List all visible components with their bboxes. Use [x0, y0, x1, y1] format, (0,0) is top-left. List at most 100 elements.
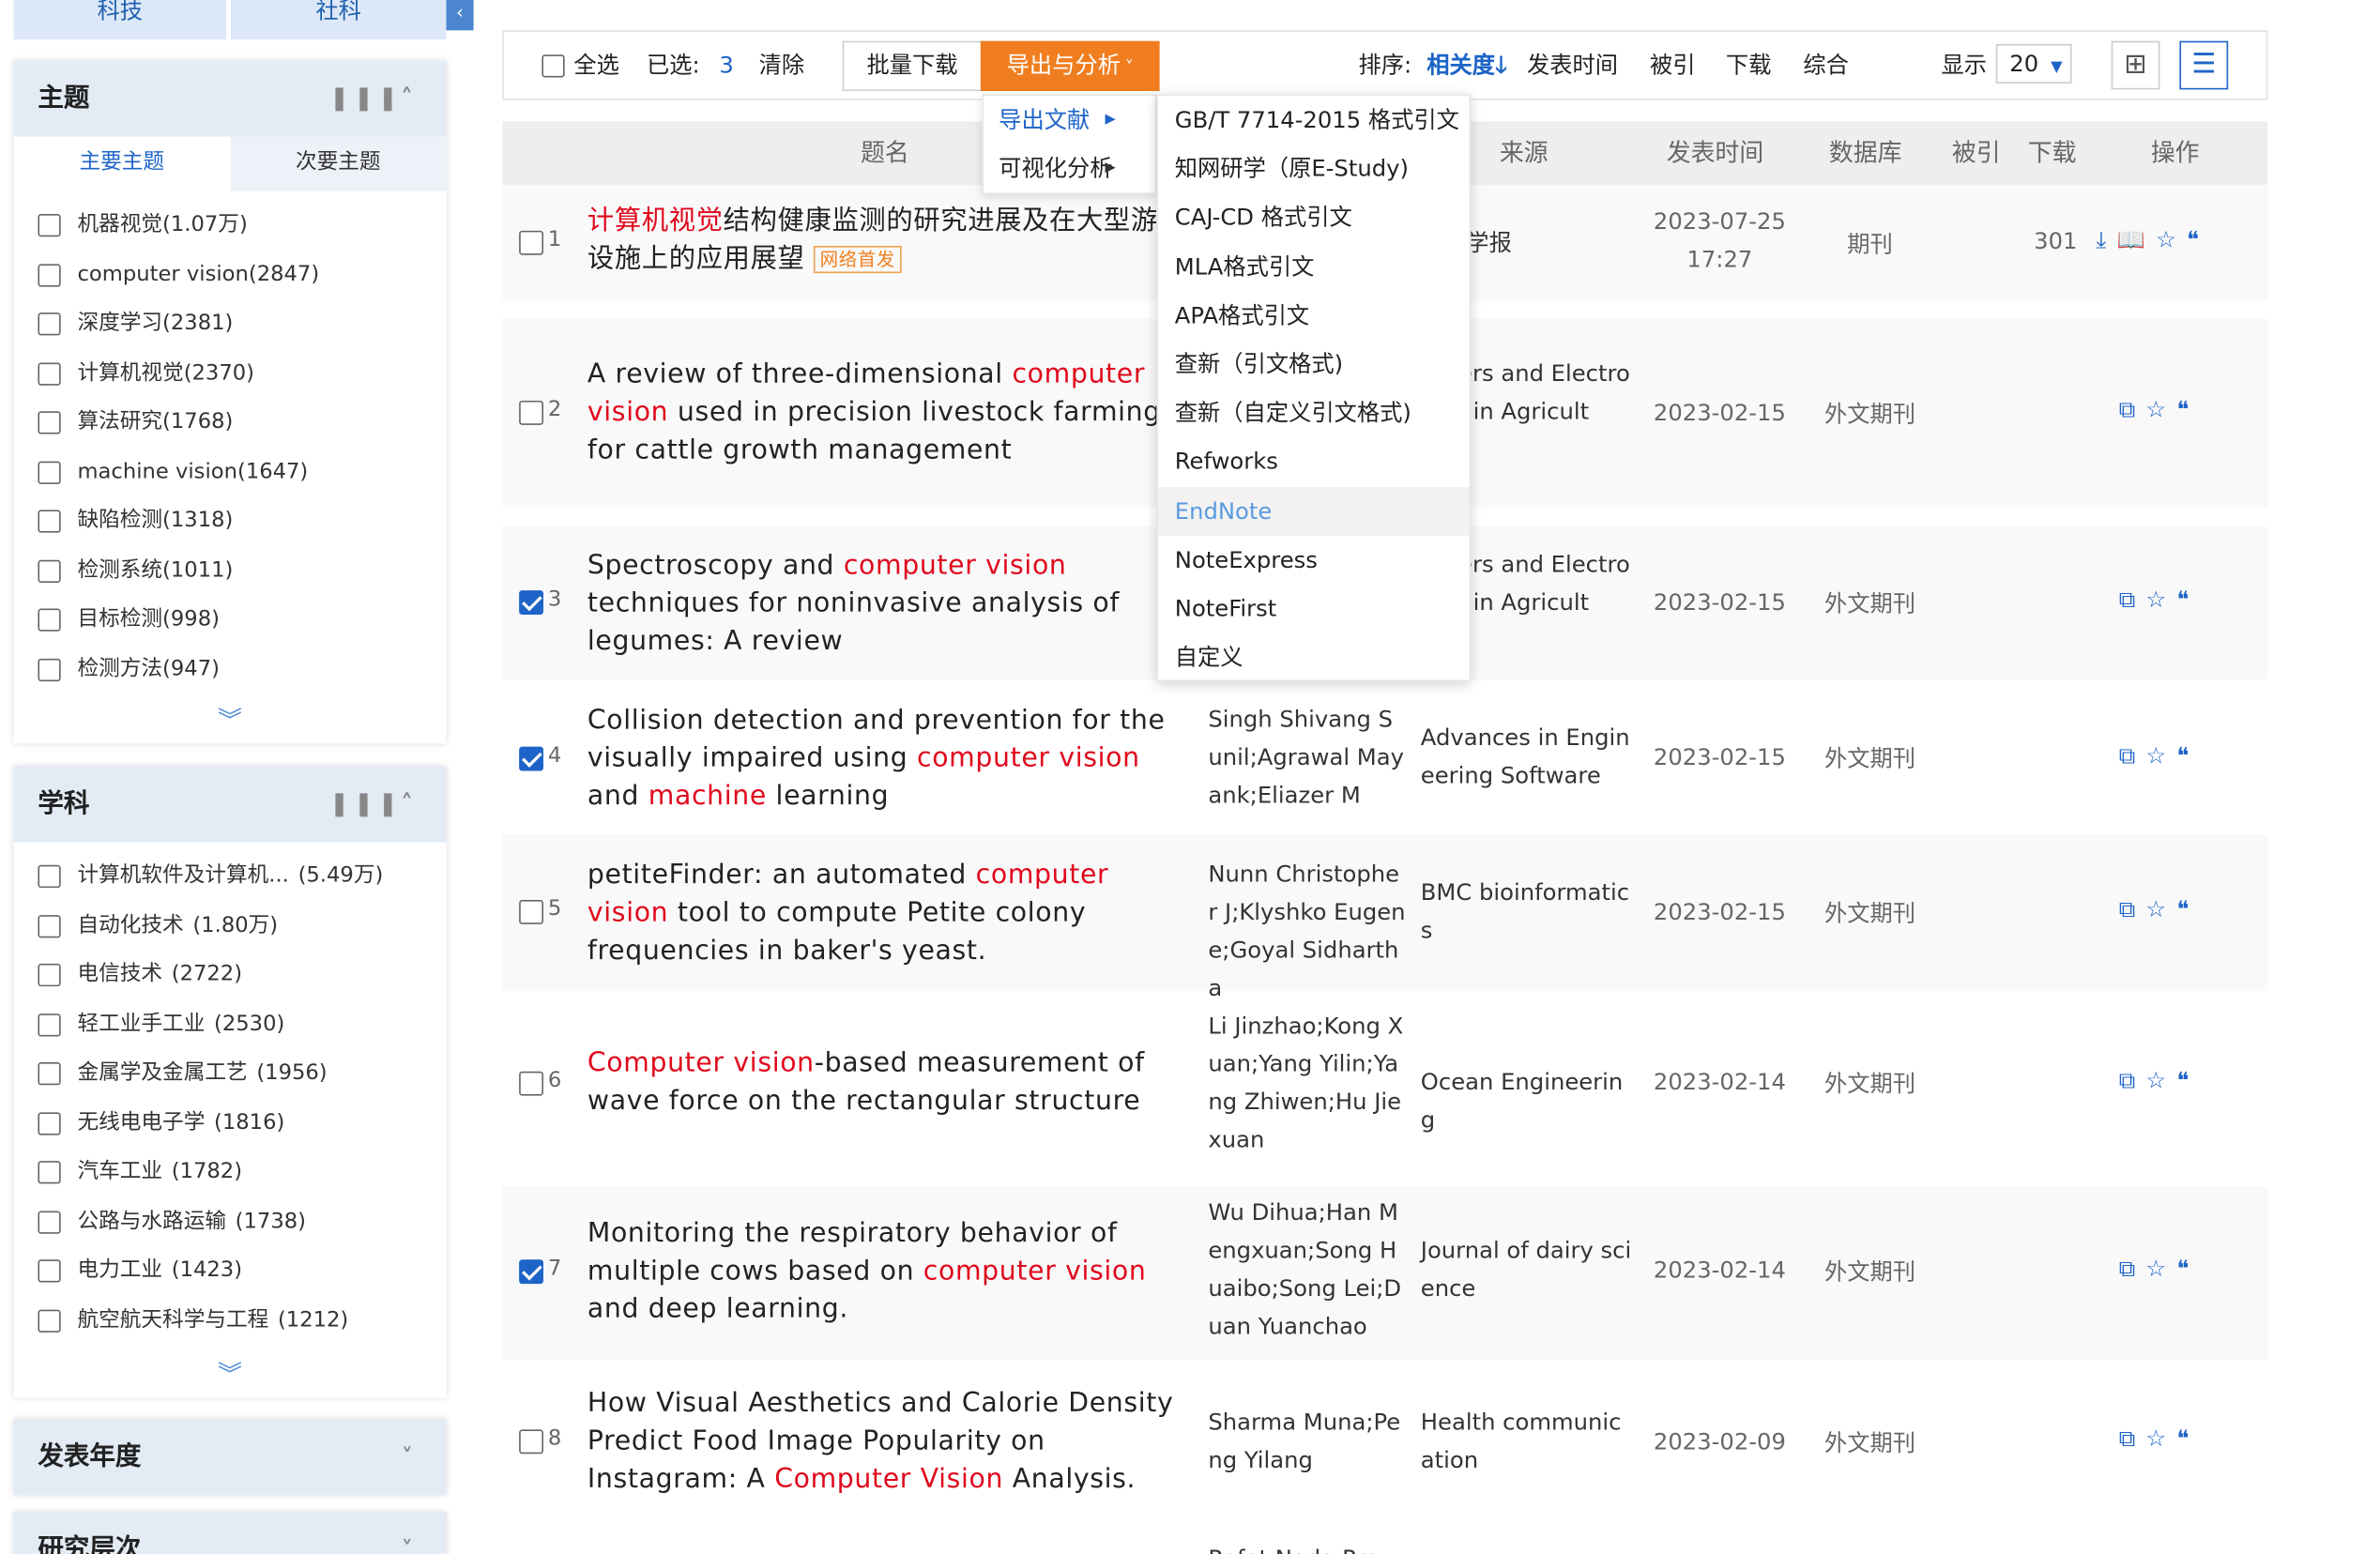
chevron-up-icon[interactable]: ˄ [401, 84, 422, 113]
checkbox[interactable] [38, 1308, 61, 1333]
facet-item[interactable]: 电力工业 (1423) [14, 1246, 447, 1296]
quote-icon[interactable]: ❝ [2176, 396, 2199, 423]
export-format-item[interactable]: NoteFirst [1158, 584, 1470, 632]
checkbox[interactable] [542, 54, 565, 78]
save-icon[interactable]: ⧉ [2119, 1425, 2146, 1453]
page-size-select[interactable]: 20 ▼ [1995, 43, 2072, 84]
table-row[interactable]: 5 petiteFinder: an automated computer vis… [502, 834, 2268, 1001]
chevron-up-icon[interactable]: ˄ [401, 789, 422, 818]
row-title-link[interactable]: petiteFinder: an automated computer visi… [587, 858, 1195, 971]
select-all-checkbox[interactable]: 全选 [542, 32, 619, 99]
checkbox[interactable] [38, 1210, 61, 1233]
checkbox[interactable] [38, 558, 61, 583]
facet-item[interactable]: 计算机软件及计算机... (5.49万) [14, 851, 447, 901]
facet-item[interactable]: 检测方法(947) [14, 645, 447, 694]
checkbox[interactable] [38, 1013, 61, 1036]
tab-science[interactable]: 科技 [13, 0, 226, 40]
favorite-icon[interactable]: ☆ [2145, 1067, 2176, 1094]
quote-icon[interactable]: ❝ [2176, 1425, 2199, 1453]
row-title-link[interactable]: How Visual Aesthetics and Calorie Densit… [587, 1386, 1195, 1500]
facet-item[interactable]: 目标检测(998) [14, 595, 447, 645]
row-authors[interactable]: Li Jinzhao;Kong Xuan;Yang Yilin;Yang Zhi… [1208, 1008, 1405, 1160]
table-row[interactable]: Refat Nada;Prowa [502, 1517, 2268, 1554]
read-icon[interactable]: 📖 [2117, 226, 2157, 253]
favorite-icon[interactable]: ☆ [2156, 226, 2187, 253]
facet-item[interactable]: 金属学及金属工艺 (1956) [14, 1048, 447, 1098]
checkbox[interactable] [38, 361, 61, 385]
row-checkbox[interactable] [519, 899, 543, 924]
facet-panel-level[interactable]: 研究层次 ˅ [13, 1511, 447, 1554]
row-checkbox[interactable] [519, 230, 543, 255]
facet-item[interactable]: 算法研究(1768) [14, 398, 447, 448]
table-row[interactable]: 6 Computer vision-based measurement of wa… [502, 1001, 2268, 1166]
checkbox[interactable] [38, 510, 61, 533]
facet-panel-header[interactable]: 发表年度 ˅ [13, 1419, 447, 1495]
quote-icon[interactable]: ❝ [2176, 1067, 2199, 1094]
facet-item[interactable]: 机器视觉(1.07万) [14, 200, 447, 250]
row-authors[interactable]: Refat Nada;Prowa [1208, 1540, 1405, 1554]
facet-item[interactable]: 计算机视觉(2370) [14, 348, 447, 398]
export-format-item[interactable]: 自定义 [1158, 632, 1470, 681]
bar-chart-icon[interactable]: ▐▐▐ [328, 795, 401, 817]
checkbox[interactable] [38, 963, 61, 987]
facet-item[interactable]: 无线电电子学 (1816) [14, 1098, 447, 1148]
row-checkbox[interactable] [519, 1429, 543, 1455]
favorite-icon[interactable]: ☆ [2145, 742, 2176, 769]
checkbox[interactable] [38, 1062, 61, 1086]
row-source[interactable]: Health communication [1421, 1404, 1633, 1480]
quote-icon[interactable]: ❝ [2176, 586, 2199, 613]
quote-icon[interactable]: ❝ [2176, 895, 2199, 922]
export-format-item[interactable]: 查新（自定义引文格式) [1158, 388, 1470, 437]
row-authors[interactable]: Nunn Christopher J;Klyshko Eugene;Goyal … [1208, 856, 1405, 1008]
facet-item[interactable]: 公路与水路运输 (1738) [14, 1196, 447, 1246]
col-cited[interactable]: 被引 [1952, 121, 2001, 185]
facet-item[interactable]: 深度学习(2381) [14, 299, 447, 349]
checkbox[interactable] [38, 312, 61, 336]
save-icon[interactable]: ⧉ [2119, 1255, 2146, 1282]
batch-download-button[interactable]: 批量下载 [842, 40, 981, 92]
row-checkbox[interactable] [519, 746, 543, 771]
export-format-item[interactable]: APA格式引文 [1158, 291, 1470, 340]
favorite-icon[interactable]: ☆ [2145, 586, 2176, 613]
save-icon[interactable]: ⧉ [2119, 396, 2146, 423]
table-row[interactable]: 7 Monitoring the respiratory behavior of … [502, 1186, 2268, 1361]
row-source[interactable]: Journal of dairy science [1421, 1232, 1633, 1308]
export-format-item[interactable]: 知网研学（原E-Study) [1158, 145, 1470, 193]
row-title-link[interactable]: Collision detection and prevention for t… [587, 703, 1195, 816]
save-icon[interactable]: ⧉ [2119, 742, 2146, 769]
export-analysis-button[interactable]: 导出与分析 ˅ [980, 40, 1160, 92]
chevron-down-icon[interactable]: ˅ [402, 1536, 422, 1554]
row-title-link[interactable]: Monitoring the respiratory behavior of m… [587, 1215, 1195, 1329]
row-authors[interactable]: Sharma Muna;Peng Yilang [1208, 1404, 1405, 1480]
row-title-link[interactable]: 计算机视觉结构健康监测的研究进展及在大型游乐设施上的应用展望 网络首发 [587, 204, 1195, 280]
checkbox[interactable] [38, 460, 61, 484]
table-row[interactable]: 4 Collision detection and prevention for … [502, 697, 2268, 820]
facet-item[interactable]: 自动化技术 (1.80万) [14, 901, 447, 951]
row-authors[interactable]: Wu Dihua;Han Mengxuan;Song Huaibo;Song L… [1208, 1195, 1405, 1347]
facet-item[interactable]: 检测系统(1011) [14, 545, 447, 595]
favorite-icon[interactable]: ☆ [2145, 396, 2176, 423]
quote-icon[interactable]: ❝ [2176, 742, 2199, 769]
row-checkbox[interactable] [519, 1071, 543, 1096]
export-format-item[interactable]: GB/T 7714-2015 格式引文 [1158, 96, 1470, 145]
checkbox[interactable] [38, 658, 61, 681]
row-authors[interactable]: Singh Shivang Sunil;Agrawal Mayank;Eliaz… [1208, 701, 1405, 815]
table-row[interactable]: 8 How Visual Aesthetics and Calorie Densi… [502, 1378, 2268, 1512]
save-icon[interactable]: ⧉ [2119, 586, 2146, 613]
sort-composite[interactable]: 综合 [1803, 32, 1849, 99]
col-date[interactable]: 发表时间 [1667, 121, 1764, 185]
sort-download[interactable]: 下载 [1726, 32, 1772, 99]
quote-icon[interactable]: ❝ [2187, 226, 2209, 253]
export-format-item[interactable]: 查新（引文格式) [1158, 340, 1470, 388]
sort-date[interactable]: 发表时间 [1527, 32, 1618, 99]
export-format-item[interactable]: MLA格式引文 [1158, 242, 1470, 291]
menu-item-visual-analysis[interactable]: 可视化分析 ▶ [984, 145, 1155, 193]
row-source[interactable]: Advances in Engineering Software [1421, 720, 1633, 796]
export-format-item[interactable]: NoteExpress [1158, 535, 1470, 584]
export-format-item[interactable]: Refworks [1158, 437, 1470, 486]
checkbox[interactable] [38, 214, 61, 237]
download-icon[interactable]: ⤓ [2096, 226, 2116, 253]
grid-view-button[interactable]: ⊞ [2111, 40, 2160, 90]
favorite-icon[interactable]: ☆ [2145, 1425, 2176, 1453]
row-title-link[interactable]: A review of three-dimensional computer v… [587, 357, 1195, 470]
